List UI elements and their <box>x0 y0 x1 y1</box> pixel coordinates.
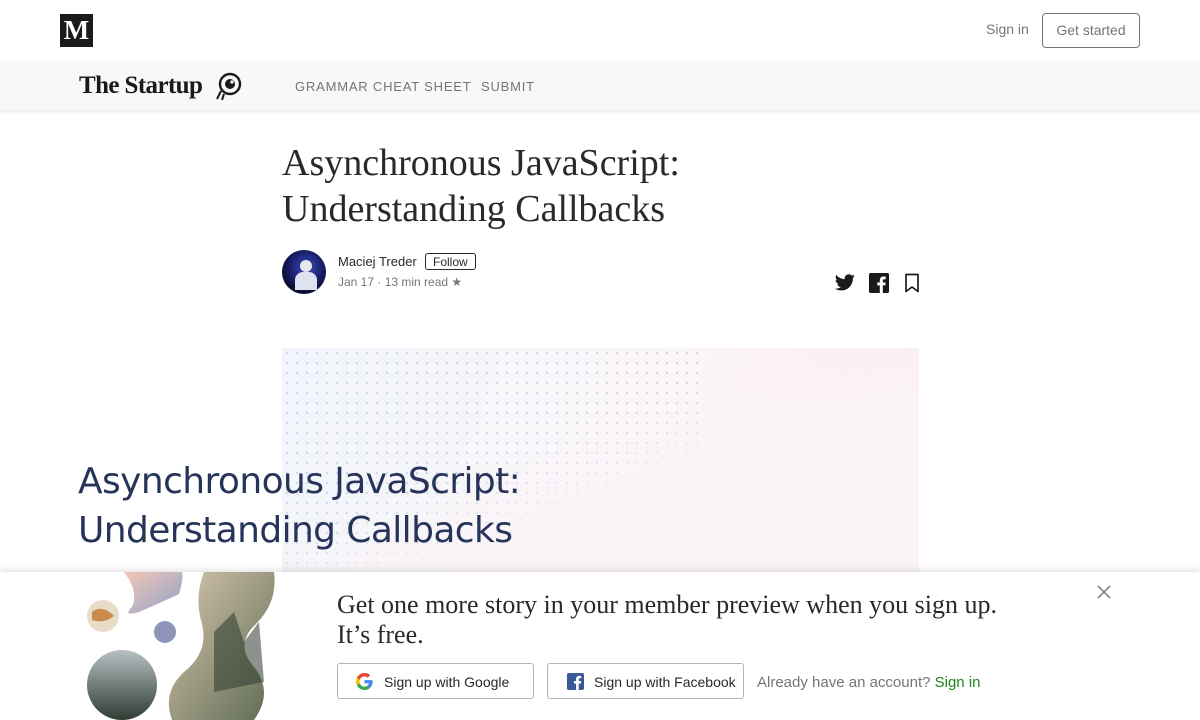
google-icon <box>356 673 373 690</box>
sign-up-google-button[interactable]: Sign up with Google <box>337 663 534 699</box>
decorative-collage-image <box>87 572 275 720</box>
twitter-icon[interactable] <box>834 272 856 294</box>
get-started-button[interactable]: Get started <box>1042 13 1140 48</box>
signup-message-line-2: It’s free. <box>337 620 424 649</box>
facebook-share-icon[interactable] <box>869 273 889 293</box>
article-title-line-1: Asynchronous JavaScript: <box>282 142 680 184</box>
publication-logo-icon[interactable] <box>214 71 244 101</box>
signup-message: Get one more story in your member previe… <box>337 590 1077 650</box>
author-name[interactable]: Maciej Treder <box>338 254 417 269</box>
already-text: Already have an account? <box>757 674 931 691</box>
bookmark-icon[interactable] <box>904 273 920 293</box>
overlay-sign-in-link[interactable]: Sign in <box>935 674 981 691</box>
avatar-head <box>300 260 312 272</box>
avatar-body <box>295 272 317 290</box>
close-icon[interactable] <box>1096 584 1112 600</box>
nav-grammar-cheat-sheet[interactable]: GRAMMAR CHEAT SHEET <box>295 79 472 94</box>
publication-name[interactable]: The Startup <box>79 72 203 100</box>
article-title-line-2: Understanding Callbacks <box>282 188 666 230</box>
already-have-account: Already have an account? Sign in <box>757 674 981 691</box>
sign-up-facebook-button[interactable]: Sign up with Facebook <box>547 663 744 699</box>
hero-title-line-1: Asynchronous JavaScript: <box>78 461 521 502</box>
google-button-label: Sign up with Google <box>384 674 510 690</box>
signup-message-line-1: Get one more story in your member previe… <box>337 590 997 619</box>
author-avatar[interactable] <box>282 250 326 294</box>
follow-button[interactable]: Follow <box>425 253 476 270</box>
medium-logo[interactable]: M <box>60 14 93 47</box>
sign-in-link[interactable]: Sign in <box>986 21 1029 37</box>
nav-submit[interactable]: SUBMIT <box>481 79 535 94</box>
hero-title-line-2: Understanding Callbacks <box>78 510 513 551</box>
facebook-button-label: Sign up with Facebook <box>594 674 736 690</box>
article-title: Asynchronous JavaScript: Understanding C… <box>282 140 922 232</box>
facebook-icon <box>567 673 584 690</box>
article-meta: Jan 17 · 13 min read ★ <box>338 275 463 289</box>
